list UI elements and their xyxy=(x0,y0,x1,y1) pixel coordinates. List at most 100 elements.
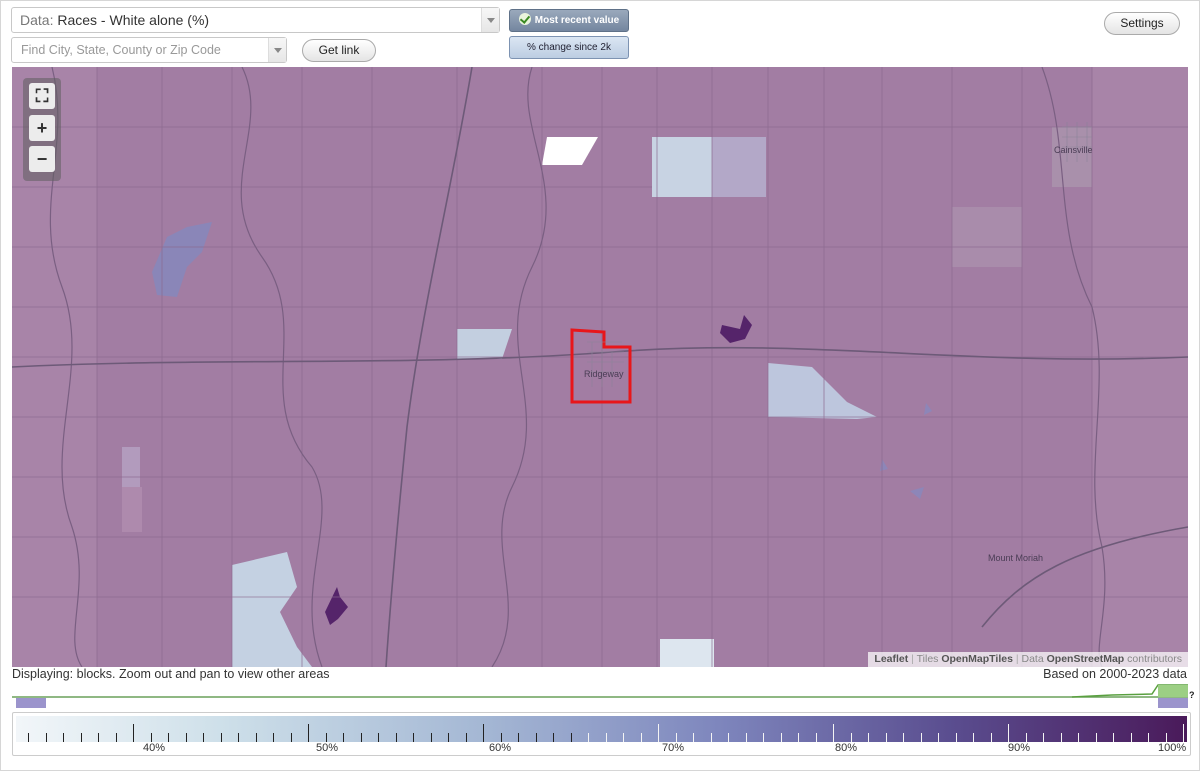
legend-tick xyxy=(536,733,537,742)
legend-tick xyxy=(413,733,414,742)
zoom-in-button[interactable]: + xyxy=(29,115,55,141)
legend-tick xyxy=(28,733,29,742)
light-block xyxy=(712,137,766,197)
legend-label-40: 40% xyxy=(143,742,166,754)
legend-label-100: 100% xyxy=(1158,742,1187,754)
legend-label-90: 90% xyxy=(1008,742,1031,754)
legend-tick xyxy=(886,733,887,742)
chevron-down-icon[interactable] xyxy=(481,8,499,32)
tiles-label: Tiles xyxy=(916,653,939,665)
location-search-input[interactable]: Find City, State, County or Zip Code xyxy=(11,37,287,63)
legend-tick xyxy=(851,733,852,742)
legend-tick xyxy=(1026,733,1027,742)
histogram-bar-high-line xyxy=(1158,685,1188,697)
legend-tick xyxy=(921,733,922,742)
legend-tick xyxy=(151,733,152,742)
fullscreen-icon[interactable]: ⛶ xyxy=(29,83,55,109)
legend-tick xyxy=(693,733,694,742)
legend-label-60: 60% xyxy=(489,742,512,754)
choropleth-map[interactable]: Cainsville Ridgeway Mount Moriah ⛶ + − L… xyxy=(12,67,1188,667)
map-canvas xyxy=(12,67,1188,667)
legend-tick xyxy=(466,733,467,742)
legend-tick xyxy=(746,733,747,742)
legend-tick xyxy=(903,733,904,742)
data-label: Data xyxy=(1021,653,1044,665)
leaflet-link[interactable]: Leaflet xyxy=(874,653,908,665)
legend-gradient xyxy=(16,716,1187,742)
most-recent-label: Most recent value xyxy=(534,15,620,26)
legend-tick xyxy=(116,733,117,742)
legend-tick xyxy=(1078,733,1079,742)
legend-tick xyxy=(623,733,624,742)
legend-tick xyxy=(973,733,974,742)
legend-tick xyxy=(273,733,274,742)
legend-tick xyxy=(991,733,992,742)
legend-tick xyxy=(81,733,82,742)
legend-tick xyxy=(868,733,869,742)
histogram-bar-low xyxy=(16,698,46,708)
legend-tick xyxy=(763,733,764,742)
legend-tick xyxy=(431,733,432,742)
legend-tick xyxy=(396,733,397,742)
data-select-value: Races - White alone (%) xyxy=(57,12,210,28)
legend-tick xyxy=(1043,733,1044,742)
legend-label-70: 70% xyxy=(662,742,685,754)
legend-label-80: 80% xyxy=(835,742,858,754)
color-legend: 40% 50% 60% 70% 80% 90% 100% xyxy=(12,712,1191,756)
map-attribution: Leaflet | Tiles OpenMapTiles | Data Open… xyxy=(868,652,1188,667)
zoom-out-button[interactable]: − xyxy=(29,146,55,172)
openmaptiles-link[interactable]: OpenMapTiles xyxy=(941,653,1013,665)
legend-tick xyxy=(711,733,712,742)
legend-tick xyxy=(1183,724,1184,742)
legend-tick xyxy=(1008,724,1009,742)
map-label-cainsville: Cainsville xyxy=(1054,145,1093,155)
data-select-prefix: Data: xyxy=(20,12,54,28)
legend-tick xyxy=(956,733,957,742)
openstreetmap-link[interactable]: OpenStreetMap xyxy=(1047,653,1125,665)
legend-tick xyxy=(483,724,484,742)
histogram-bar-high xyxy=(1158,698,1188,708)
histogram-help-icon[interactable]: ? xyxy=(1189,690,1195,700)
legend-tick xyxy=(658,724,659,742)
legend-label-50: 50% xyxy=(316,742,339,754)
legend-tick xyxy=(46,733,47,742)
legend-tick xyxy=(256,733,257,742)
legend-tick xyxy=(343,733,344,742)
legend-tick xyxy=(606,733,607,742)
legend-tick xyxy=(781,733,782,742)
value-histogram xyxy=(12,684,1188,708)
chevron-down-icon[interactable] xyxy=(268,38,286,62)
legend-tick xyxy=(186,733,187,742)
legend-tick xyxy=(98,733,99,742)
legend-tick xyxy=(291,733,292,742)
pct-change-toggle[interactable]: % change since 2k xyxy=(509,36,629,59)
legend-tick xyxy=(361,733,362,742)
legend-tick xyxy=(938,733,939,742)
legend-tick xyxy=(588,733,589,742)
legend-tick xyxy=(308,724,309,742)
legend-tick xyxy=(203,733,204,742)
legend-tick xyxy=(1096,733,1097,742)
legend-tick xyxy=(168,733,169,742)
legend-tick xyxy=(221,733,222,742)
get-link-button[interactable]: Get link xyxy=(302,39,376,62)
settings-button[interactable]: Settings xyxy=(1104,12,1180,35)
legend-tick xyxy=(133,724,134,742)
light-block xyxy=(660,639,714,667)
search-placeholder: Find City, State, County or Zip Code xyxy=(21,43,221,57)
contributors-label: contributors xyxy=(1127,653,1182,665)
displaying-status: Displaying: blocks. Zoom out and pan to … xyxy=(12,667,330,681)
data-select[interactable]: Data: Races - White alone (%) xyxy=(11,7,500,33)
legend-tick xyxy=(728,733,729,742)
legend-tick xyxy=(1131,733,1132,742)
map-label-ridgeway: Ridgeway xyxy=(584,369,624,379)
data-range-note: Based on 2000-2023 data xyxy=(1043,667,1187,681)
legend-tick xyxy=(816,733,817,742)
legend-tick xyxy=(518,733,519,742)
most-recent-value-toggle[interactable]: Most recent value xyxy=(509,9,629,32)
legend-tick xyxy=(641,733,642,742)
legend-tick xyxy=(1148,733,1149,742)
legend-tick xyxy=(1061,733,1062,742)
map-label-mount-moriah: Mount Moriah xyxy=(988,553,1044,563)
legend-tick xyxy=(238,733,239,742)
